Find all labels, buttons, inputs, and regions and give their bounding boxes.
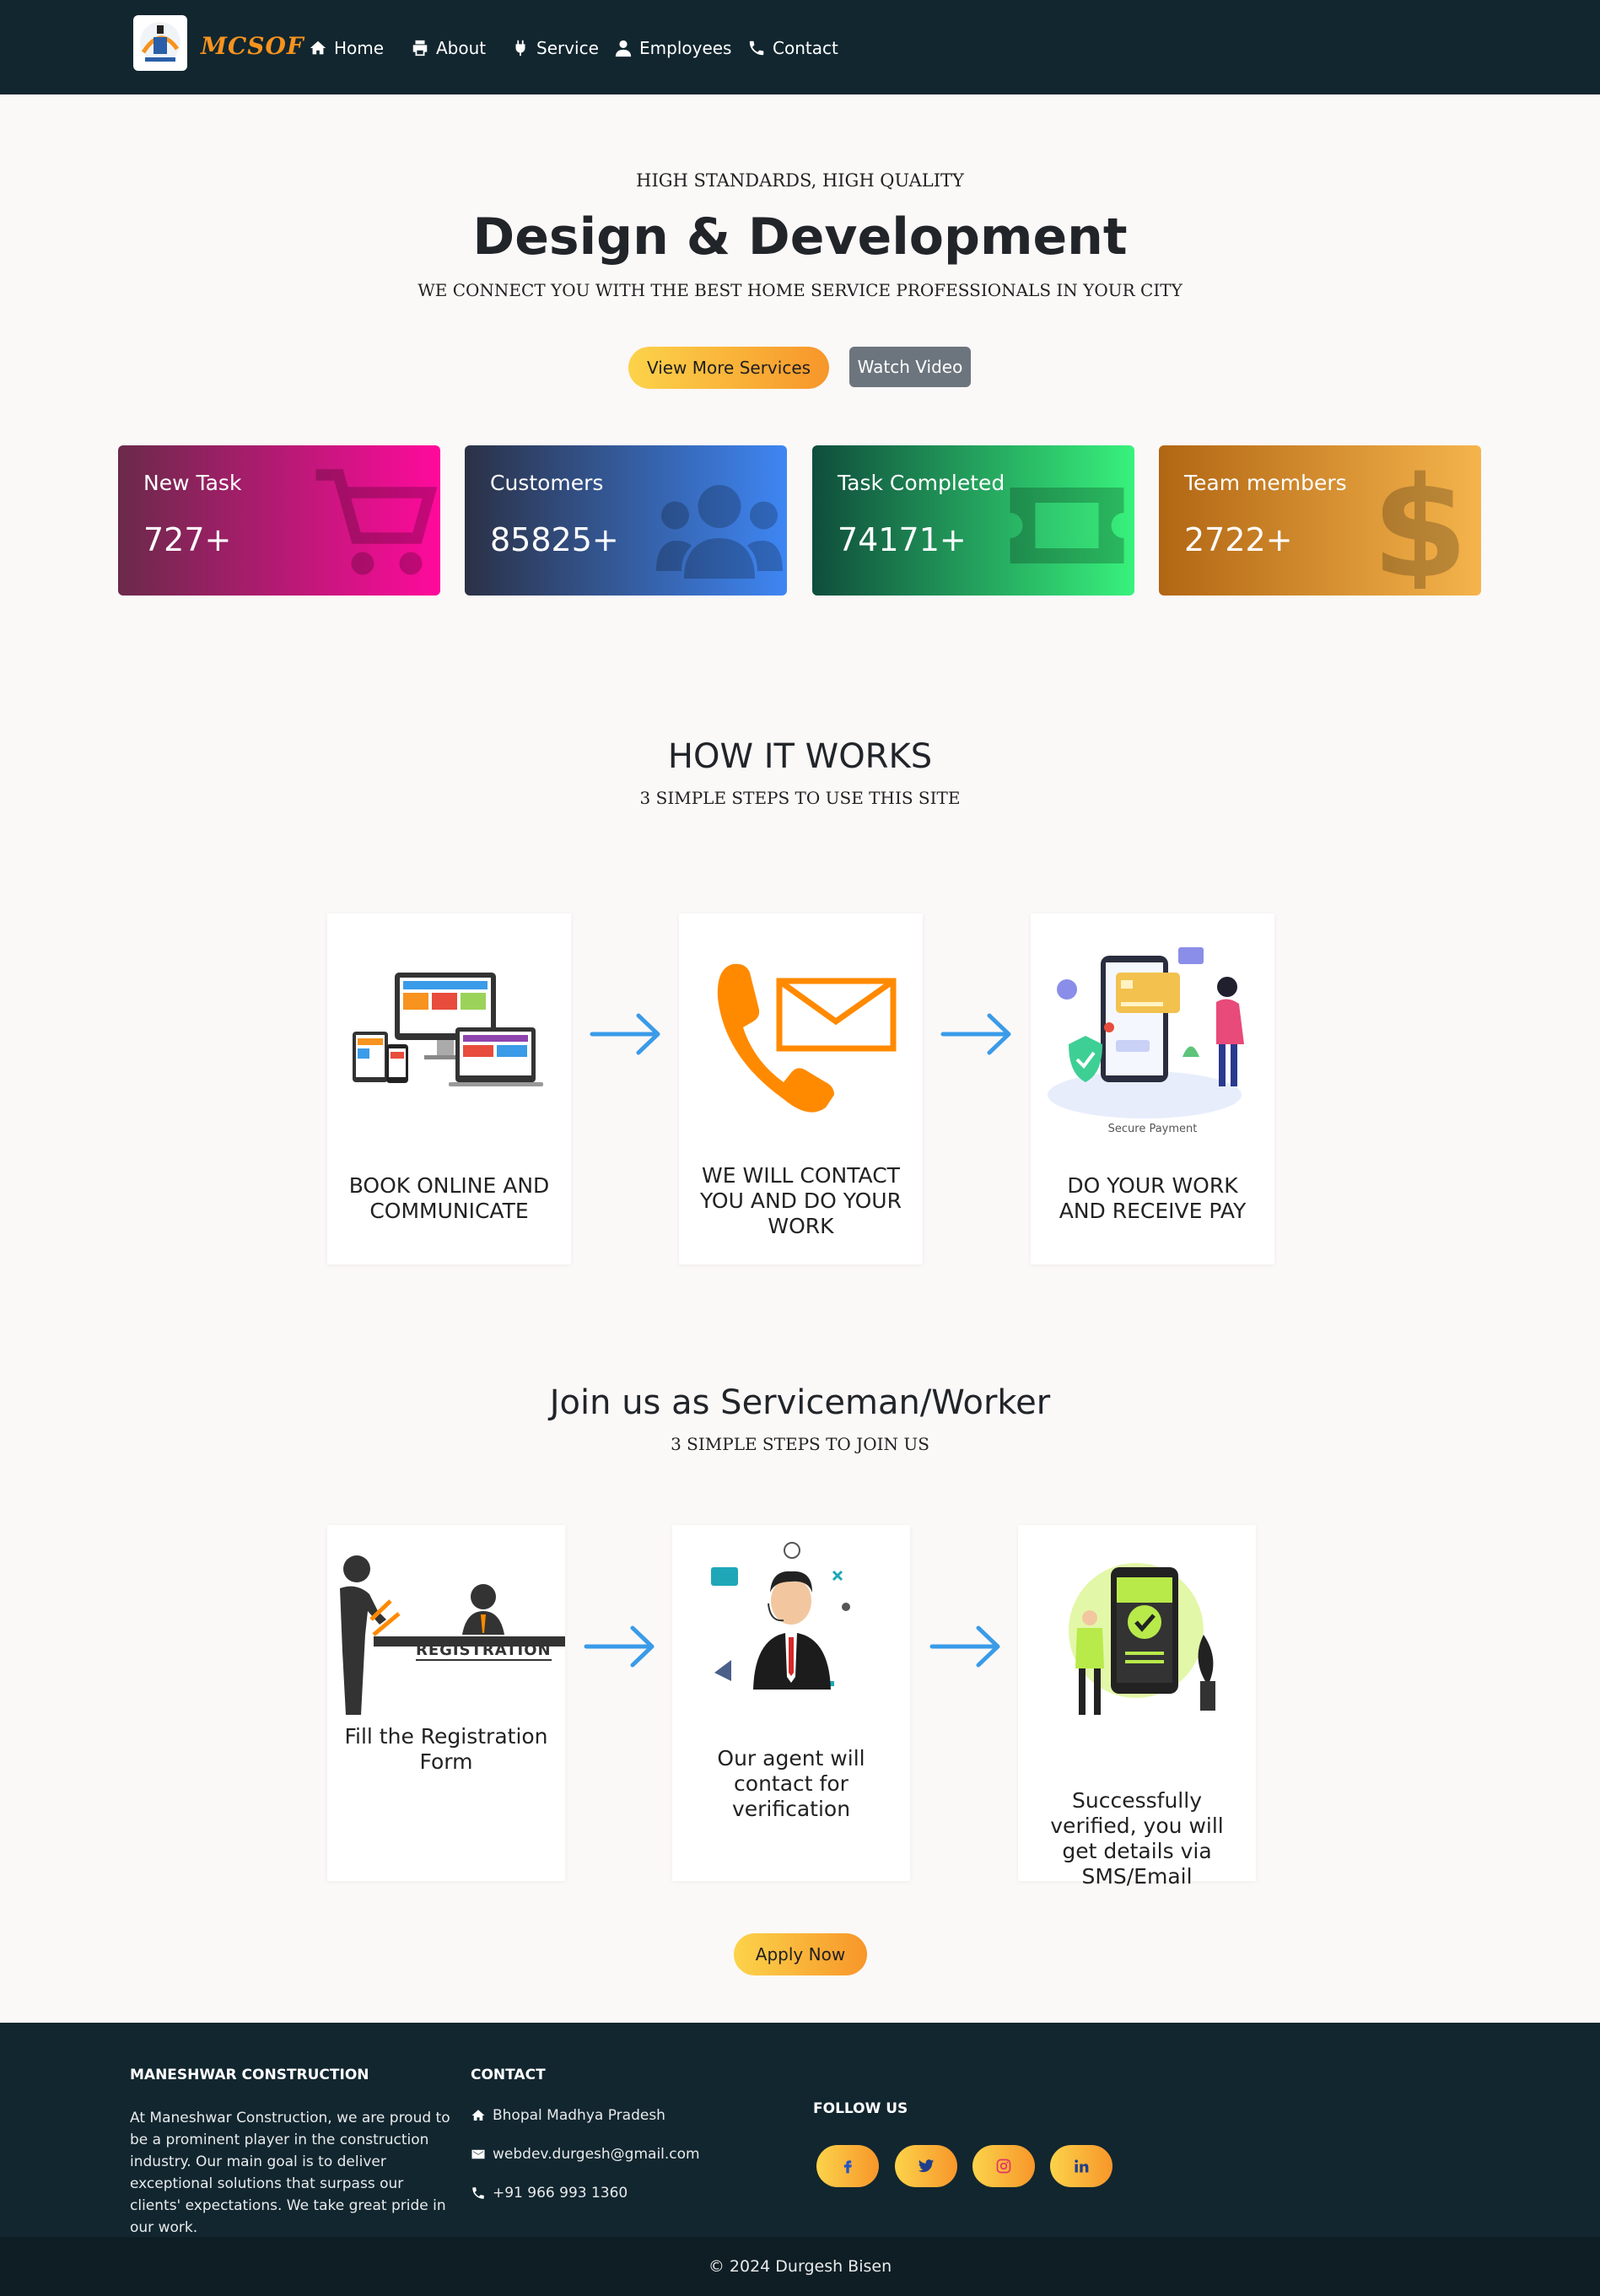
footer-address: Bhopal Madhya Pradesh [471, 2107, 665, 2124]
hero-kicker: HIGH STANDARDS, HIGH QUALITY [636, 170, 964, 191]
ticket-icon [1010, 488, 1124, 563]
secure-payment-illustration [1048, 947, 1244, 1118]
how-step-card-1: BOOK ONLINE AND COMMUNICATE [327, 914, 571, 1264]
nav-contact-label: Contact [773, 38, 838, 58]
footer-phone-text: +91 966 993 1360 [493, 2185, 628, 2202]
nav-contact[interactable]: Contact [747, 35, 838, 61]
registration-caption: REGISTRATION [416, 1641, 552, 1661]
stat-label: Customers [490, 471, 604, 495]
verified-phone-illustration [1069, 1563, 1215, 1715]
stat-label: Task Completed [838, 471, 1005, 495]
hero-subtitle: WE CONNECT YOU WITH THE BEST HOME SERVIC… [418, 280, 1182, 300]
twitter-icon [918, 2159, 935, 2173]
join-step-text: Fill the Registration Form [344, 1724, 548, 1774]
join-title: Join us as Serviceman/Worker [549, 1383, 1051, 1422]
secure-payment-caption: Secure Payment [1107, 1123, 1198, 1135]
nav-about-label: About [436, 38, 487, 58]
footer-company-text: At Maneshwar Construction, we are proud … [130, 2110, 450, 2236]
user-icon [615, 40, 632, 57]
stat-card-task-completed: Task Completed 74171+ [812, 445, 1134, 596]
plug-icon [515, 40, 525, 57]
envelope-icon [471, 2149, 485, 2159]
join-step-text: Our agent will contact for verification [717, 1746, 865, 1821]
arrow-right-icon [590, 1013, 660, 1055]
registration-illustration [340, 1555, 565, 1715]
stat-value: 74171+ [838, 521, 967, 558]
join-step-card-2: Our agent will contact for verification [672, 1525, 910, 1881]
stat-value: 727+ [143, 521, 232, 558]
company-logo[interactable] [133, 15, 187, 71]
join-step-card-3: Successfully verified, you will get deta… [1018, 1525, 1256, 1889]
footer-company-heading: MANESHWAR CONSTRUCTION [130, 2067, 369, 2083]
footer-contact-heading: CONTACT [471, 2067, 546, 2083]
users-icon [656, 485, 783, 579]
instagram-button[interactable] [972, 2145, 1035, 2187]
footer-follow-heading: FOLLOW US [813, 2100, 908, 2117]
print-icon [412, 40, 428, 57]
how-it-works-subtitle: 3 SIMPLE STEPS TO USE THIS SITE [639, 788, 961, 808]
cart-icon [315, 469, 438, 575]
facebook-button[interactable] [816, 2145, 879, 2187]
stat-card-new-task: New Task 727+ [118, 445, 440, 596]
nav-employees[interactable]: Employees [614, 35, 731, 61]
hero-title: Design & Development [472, 208, 1128, 267]
nav-about[interactable]: About [411, 35, 486, 61]
arrow-right-icon [929, 1625, 1000, 1668]
stat-value: 2722+ [1184, 521, 1293, 558]
how-step-card-2: WE WILL CONTACT YOU AND DO YOUR WORK [679, 914, 923, 1264]
home-icon [471, 2110, 485, 2121]
stat-value: 85825+ [490, 521, 619, 558]
home-icon [310, 40, 326, 55]
support-agent-illustration [711, 1542, 850, 1690]
linkedin-icon [1075, 2159, 1089, 2173]
navbar: MCSOF Home About Service Employees Conta… [0, 0, 1600, 94]
footer-email-text: webdev.durgesh@gmail.com [493, 2146, 700, 2163]
stat-card-customers: Customers 85825+ [465, 445, 787, 596]
nav-service-label: Service [536, 38, 599, 58]
instagram-icon [996, 2159, 1011, 2174]
footer-address-text: Bhopal Madhya Pradesh [493, 2107, 665, 2124]
stat-card-team-members: $ Team members 2722+ [1159, 445, 1481, 596]
nav-home[interactable]: Home [309, 35, 384, 61]
brand-name[interactable]: MCSOF [201, 32, 304, 60]
how-step-card-3: Secure Payment DO YOUR WORK AND RECEIVE … [1031, 914, 1274, 1264]
how-step-text: DO YOUR WORK AND RECEIVE PAY [1059, 1173, 1247, 1223]
footer: MANESHWAR CONSTRUCTION At Maneshwar Cons… [0, 2023, 1600, 2237]
stat-label: New Task [143, 471, 242, 495]
apply-now-button[interactable]: Apply Now [734, 1933, 867, 1975]
twitter-button[interactable] [895, 2145, 957, 2187]
how-step-text: BOOK ONLINE AND COMMUNICATE [348, 1173, 550, 1223]
devices-illustration [353, 973, 543, 1086]
footer-email[interactable]: webdev.durgesh@gmail.com [471, 2146, 700, 2163]
nav-service[interactable]: Service [511, 35, 599, 61]
join-step-text: Successfully verified, you will get deta… [1050, 1788, 1224, 1889]
phone-mail-illustration [717, 963, 897, 1113]
join-subtitle: 3 SIMPLE STEPS TO JOIN US [671, 1434, 929, 1454]
arrow-right-icon [584, 1625, 655, 1668]
svg-text:$: $ [1371, 462, 1468, 589]
watch-video-button[interactable]: Watch Video [849, 347, 971, 387]
dollar-icon: $ [1371, 462, 1468, 589]
copyright: © 2024 Durgesh Bisen [0, 2237, 1600, 2296]
footer-phone[interactable]: +91 966 993 1360 [471, 2185, 628, 2202]
nav-home-label: Home [334, 38, 385, 58]
how-it-works-title: HOW IT WORKS [667, 737, 933, 776]
how-step-text: WE WILL CONTACT YOU AND DO YOUR WORK [700, 1163, 902, 1238]
arrow-right-icon [940, 1013, 1011, 1055]
linkedin-button[interactable] [1050, 2145, 1112, 2187]
facebook-icon [843, 2160, 852, 2174]
phone-icon [749, 40, 764, 56]
phone-icon [472, 2187, 484, 2199]
stat-label: Team members [1184, 471, 1347, 495]
nav-employees-label: Employees [639, 38, 732, 58]
view-more-services-button[interactable]: View More Services [628, 347, 829, 389]
join-step-card-1: REGISTRATION Fill the Registration Form [327, 1525, 565, 1881]
